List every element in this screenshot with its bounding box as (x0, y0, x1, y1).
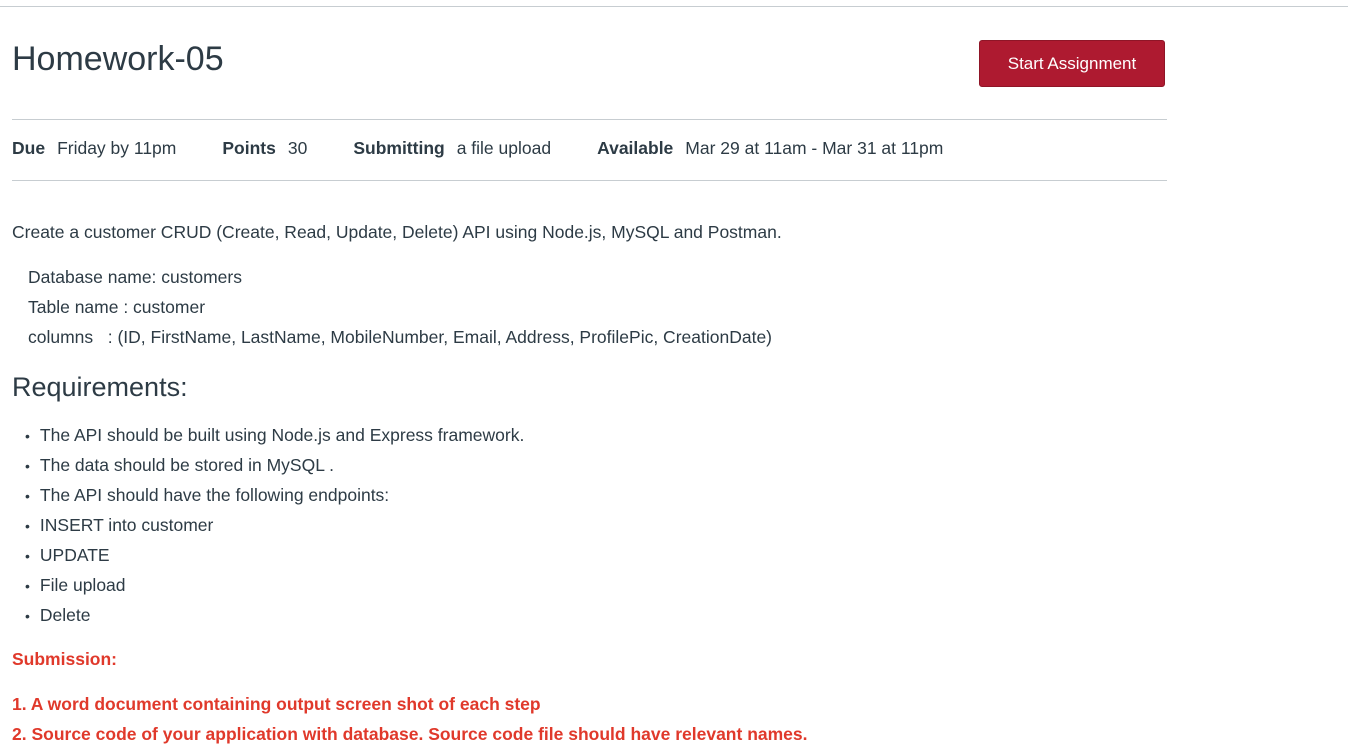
due-label: Due (12, 138, 46, 158)
points-label: Points (222, 138, 276, 158)
start-assignment-button[interactable]: Start Assignment (979, 40, 1165, 87)
list-item: The API should have the following endpoi… (25, 483, 524, 513)
available-info: Available Mar 29 at 11am - Mar 31 at 11pm (597, 138, 943, 159)
list-item: UPDATE (25, 543, 524, 573)
submission-item: 2. Source code of your application with … (12, 724, 808, 744)
page-title: Homework-05 (12, 40, 224, 78)
submitting-label: Submitting (353, 138, 445, 158)
list-item: INSERT into customer (25, 513, 524, 543)
points-info: Points 30 (222, 138, 307, 159)
submission-item: 1. A word document containing output scr… (12, 694, 541, 714)
table-name: Table name : customer (28, 297, 206, 317)
requirements-list: The API should be built using Node.js an… (25, 423, 524, 633)
requirements-heading: Requirements: (12, 372, 188, 402)
list-item: Delete (25, 603, 524, 633)
available-label: Available (597, 138, 674, 158)
list-item: The data should be stored in MySQL . (25, 453, 524, 483)
list-item: File upload (25, 573, 524, 603)
columns: columns : (ID, FirstName, LastName, Mobi… (28, 327, 772, 347)
due-value: Friday by 11pm (57, 138, 177, 158)
due-info: Due Friday by 11pm (12, 138, 176, 159)
description: Create a customer CRUD (Create, Read, Up… (12, 222, 782, 242)
database-name: Database name: customers (28, 267, 242, 287)
points-value: 30 (287, 138, 308, 158)
available-value: Mar 29 at 11am - Mar 31 at 11pm (685, 138, 944, 158)
divider (12, 119, 1167, 120)
top-divider (0, 6, 1348, 7)
divider (12, 180, 1167, 181)
submission-heading: Submission: (12, 649, 118, 669)
list-item: The API should be built using Node.js an… (25, 423, 524, 453)
submitting-info: Submitting a file upload (353, 138, 551, 159)
submitting-value: a file upload (456, 138, 552, 158)
assignment-details: Due Friday by 11pm Points 30 Submitting a f… (12, 138, 989, 159)
